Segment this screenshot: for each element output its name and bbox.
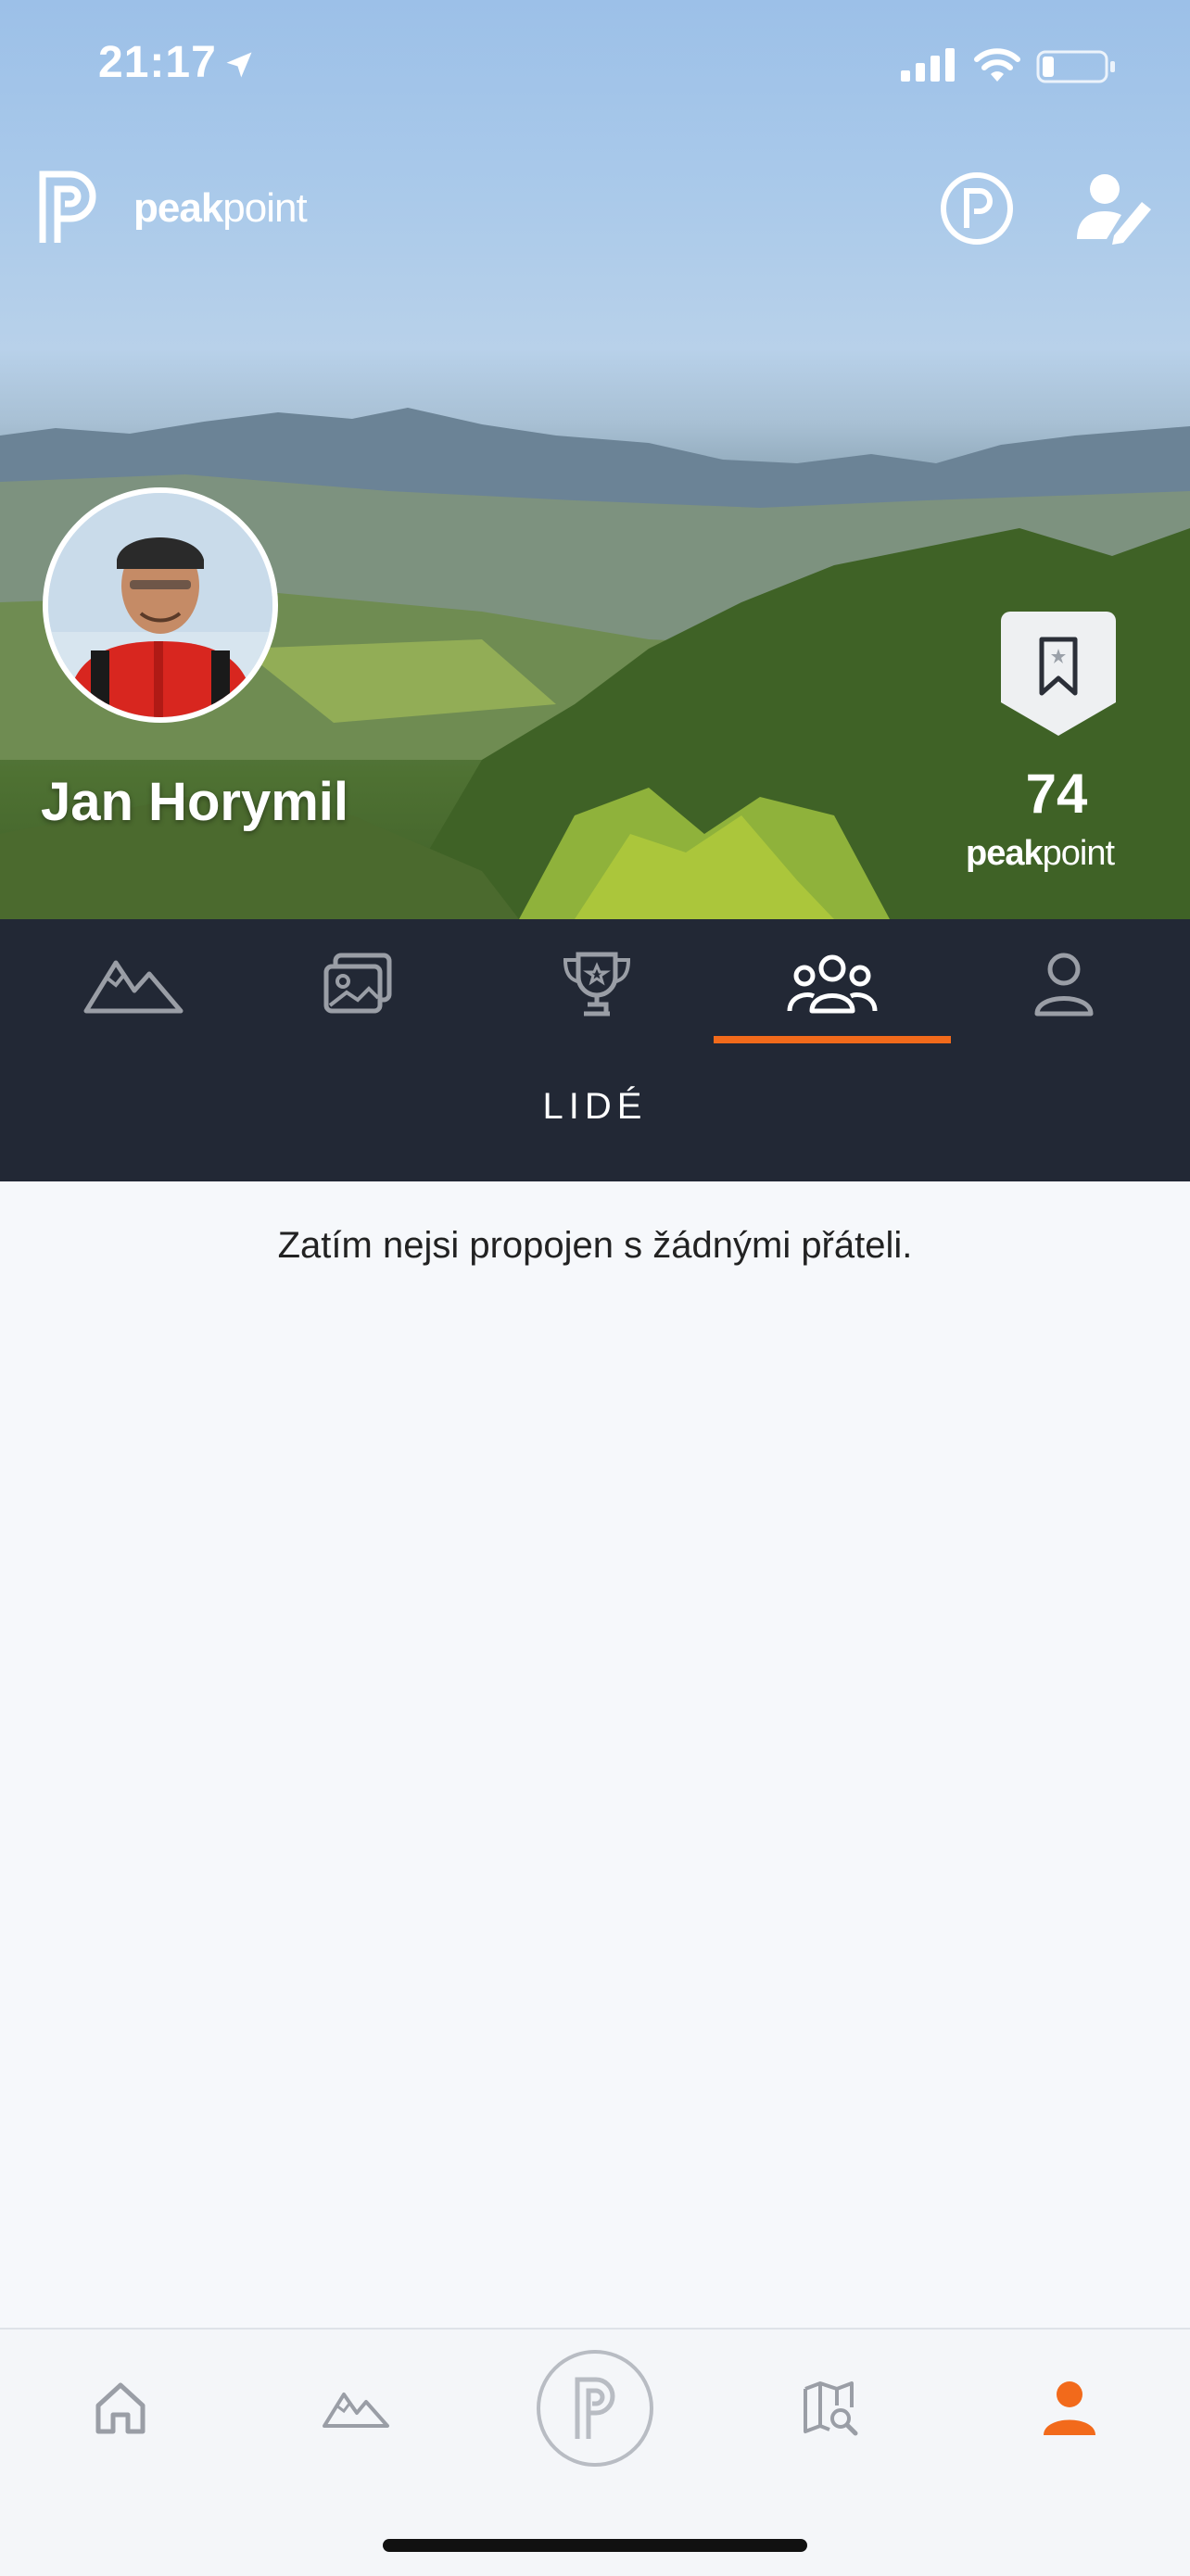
mountains-icon xyxy=(323,2393,389,2428)
profile-cover-photo: 21:17 peakpoint Jan Horymil 74 peakpoint xyxy=(0,0,1190,919)
profile-name: Jan Horymil xyxy=(41,772,348,832)
mountains-icon xyxy=(83,960,184,1014)
wifi-icon xyxy=(974,48,1020,82)
edit-profile-icon xyxy=(1077,174,1151,245)
brand-name: peakpoint xyxy=(133,185,308,231)
section-title: LIDÉ xyxy=(542,1086,648,1127)
nav-map-search[interactable] xyxy=(775,2330,886,2487)
tab-achievements[interactable] xyxy=(478,919,715,1049)
points-label: peakpoint xyxy=(966,834,1115,873)
location-arrow-icon xyxy=(226,52,252,78)
profile-icon xyxy=(1044,2381,1095,2435)
empty-friends-message: Zatím nejsi propojen s žádnými přáteli. xyxy=(277,1225,913,1266)
people-icon xyxy=(787,954,878,1014)
tab-photos[interactable] xyxy=(239,919,476,1049)
avatar[interactable] xyxy=(43,487,278,723)
peakpoint-button[interactable] xyxy=(939,170,1015,246)
points-count: 74 xyxy=(1025,763,1088,825)
peakpoint-icon xyxy=(941,172,1013,245)
home-icon xyxy=(95,2382,146,2434)
status-time: 21:17 xyxy=(98,38,217,87)
bookmark-badge-icon xyxy=(1001,612,1116,736)
map-search-icon xyxy=(804,2381,858,2436)
active-tab-indicator xyxy=(714,1036,951,1043)
home-indicator xyxy=(383,2539,807,2552)
nav-profile[interactable] xyxy=(1014,2330,1125,2487)
peakpoint-center-icon xyxy=(537,2350,653,2467)
photos-icon xyxy=(323,953,392,1014)
nav-peakpoint[interactable] xyxy=(530,2330,660,2487)
app-header: peakpoint xyxy=(0,158,1190,259)
avatar-photo xyxy=(48,493,272,717)
tab-peaks[interactable] xyxy=(15,919,252,1049)
tab-people[interactable] xyxy=(714,919,951,1049)
nav-peaks[interactable] xyxy=(300,2330,411,2487)
peakpoint-badge[interactable] xyxy=(1001,612,1116,740)
nav-home[interactable] xyxy=(65,2330,176,2487)
status-bar: 21:17 xyxy=(0,0,1190,130)
trophy-icon xyxy=(563,952,631,1017)
cellular-signal-icon xyxy=(901,48,955,82)
peakpoint-logo-icon xyxy=(39,170,96,243)
profile-tabs: LIDÉ xyxy=(0,919,1190,1181)
edit-profile-button[interactable] xyxy=(1073,170,1153,245)
battery-icon xyxy=(1036,50,1115,83)
tab-profile[interactable] xyxy=(945,919,1183,1049)
person-icon xyxy=(1034,953,1094,1017)
